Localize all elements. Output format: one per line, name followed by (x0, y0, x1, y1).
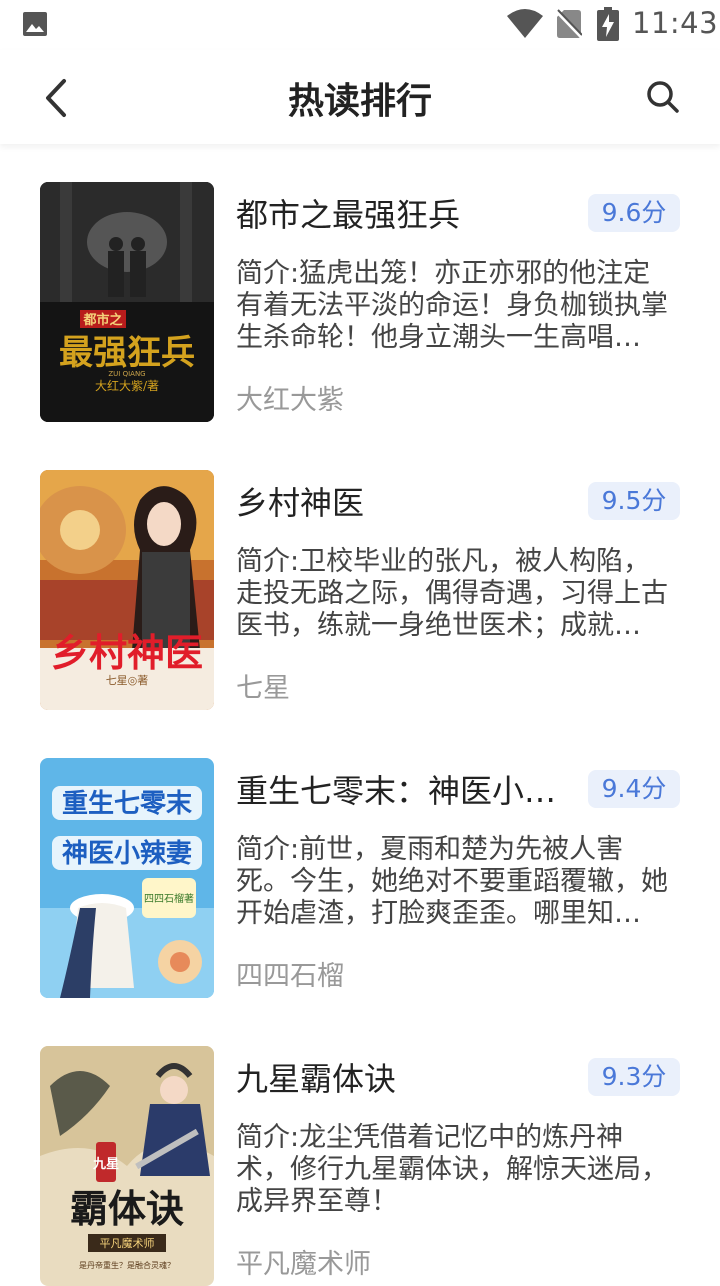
score-badge: 9.4分 (588, 770, 680, 808)
search-icon (647, 81, 679, 113)
book-intro: 简介:前世，夏雨和楚为先被人害死。今生，她绝对不要重蹈覆辙，她开始虐渣，打脸爽歪… (236, 834, 668, 929)
book-cover[interactable]: 乡村神医 七星◎著 (40, 470, 214, 710)
cover-small-title: 九星 (92, 1157, 119, 1172)
cover-title: 霸体诀 (70, 1186, 184, 1231)
cover-title-line2: 神医小辣妻 (62, 838, 192, 869)
book-author: 七星 (236, 673, 290, 704)
gallery-icon (23, 12, 47, 36)
book-intro: 简介:龙尘凭借着记忆中的炼丹神术，修行九星霸体诀，解惊天迷局，成异界至尊！ (236, 1122, 668, 1217)
cover-title: 最强狂兵 (59, 333, 195, 373)
book-author: 大红大紫 (236, 385, 344, 416)
book-item[interactable]: 重生七零末 神医小辣妻 四四石榴著 重生七零末：神医小… 9.4分 简介:前世，… (0, 720, 720, 998)
book-item[interactable]: 九星 霸体诀 平凡魔术师 是丹帝重生？是融合灵魂？ 九星霸体诀 9.3分 简介:… (0, 1008, 720, 1286)
book-cover[interactable]: 九星 霸体诀 平凡魔术师 是丹帝重生？是融合灵魂？ (40, 1046, 214, 1286)
book-title: 九星霸体诀 (236, 1060, 397, 1098)
book-author: 四四石榴 (236, 961, 344, 992)
cover-tagline: 是丹帝重生？是融合灵魂？ (79, 1260, 175, 1270)
app-header: 热读排行 (0, 50, 720, 144)
status-time: 11:43 (632, 6, 719, 40)
book-intro: 简介:猛虎出笼！亦正亦邪的他注定有着无法平淡的命运！身负枷锁执掌生杀命轮！他身立… (236, 258, 668, 353)
cover-title: 乡村神医 (51, 630, 203, 675)
cover-pinyin: ZUI QIANG (108, 370, 145, 378)
cover-byline: 七星◎著 (106, 673, 149, 687)
cover-title-line1: 重生七零末 (62, 789, 193, 819)
score-badge: 9.6分 (588, 194, 680, 232)
book-item[interactable]: 乡村神医 七星◎著 乡村神医 9.5分 简介:卫校毕业的张凡，被人构陷，走投无路… (0, 432, 720, 710)
cover-small-title: 都市之 (82, 312, 122, 328)
book-title: 都市之最强狂兵 (236, 196, 461, 234)
score-badge: 9.5分 (588, 482, 680, 520)
book-cover[interactable]: 都市之 最强狂兵 ZUI QIANG 大红大紫/著 (40, 182, 214, 422)
book-intro: 简介:卫校毕业的张凡，被人构陷，走投无路之际，偶得奇遇，习得上古医书，练就一身绝… (236, 546, 668, 641)
no-sim-icon (556, 9, 582, 39)
book-title: 重生七零末：神医小… (236, 772, 557, 810)
cover-byline: 大红大紫/著 (95, 378, 159, 393)
wifi-icon (507, 9, 543, 38)
book-cover[interactable]: 重生七零末 神医小辣妻 四四石榴著 (40, 758, 214, 998)
book-item[interactable]: 都市之 最强狂兵 ZUI QIANG 大红大紫/著 都市之最强狂兵 9.6分 简… (0, 144, 720, 422)
search-button[interactable] (636, 70, 690, 124)
status-bar: 11:43 (0, 0, 720, 50)
battery-charging-icon (597, 7, 619, 41)
score-badge: 9.3分 (588, 1058, 680, 1096)
book-title: 乡村神医 (236, 484, 365, 522)
page-title: 热读排行 (287, 81, 432, 122)
book-author: 平凡魔术师 (236, 1249, 371, 1280)
cover-byline: 平凡魔术师 (100, 1236, 155, 1250)
cover-badge: 四四石榴著 (144, 892, 194, 905)
